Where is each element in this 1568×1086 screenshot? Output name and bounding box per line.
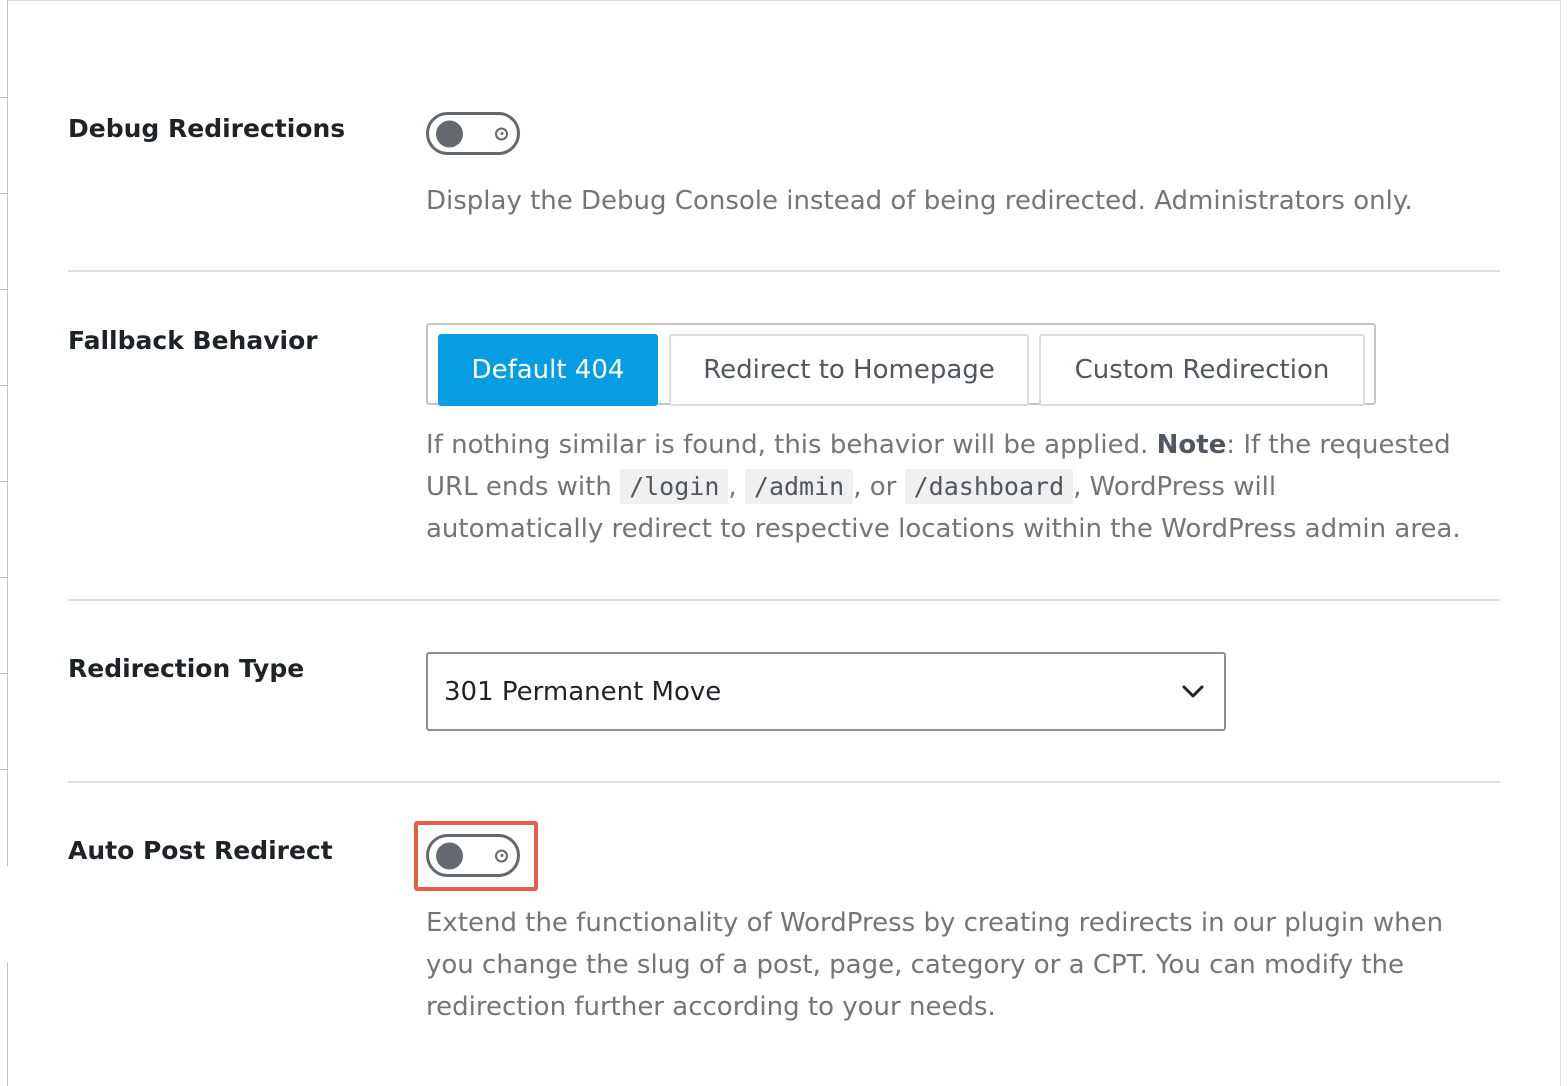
auto-post-redirect-toggle[interactable] xyxy=(426,834,520,877)
fallback-description-line-2: URL ends with /login, /admin, or /dashbo… xyxy=(426,466,1276,508)
debug-redirections-toggle[interactable] xyxy=(426,112,520,155)
debug-redirections-description: Display the Debug Console instead of bei… xyxy=(426,186,1413,216)
fallback-default-404-button[interactable]: Default 404 xyxy=(438,334,658,406)
debug-redirections-label: Debug Redirections xyxy=(68,114,346,143)
toggle-knob xyxy=(436,842,463,869)
desc-text: : If the requested xyxy=(1226,430,1451,460)
fallback-description-line-1: If nothing similar is found, this behavi… xyxy=(426,424,1451,466)
code-dashboard: /dashboard xyxy=(904,469,1074,504)
auto-post-redirect-description-line-3: redirection further according to your ne… xyxy=(426,992,996,1022)
fallback-custom-redirection-button[interactable]: Custom Redirection xyxy=(1039,334,1365,406)
code-admin: /admin xyxy=(744,469,854,504)
desc-text: , WordPress will xyxy=(1073,472,1277,502)
fallback-behavior-segmented-control: Default 404 Redirect to Homepage Custom … xyxy=(426,323,1376,406)
code-login: /login xyxy=(620,469,729,504)
toggle-knob xyxy=(436,120,463,147)
desc-text: If nothing similar is found, this behavi… xyxy=(426,430,1157,460)
fallback-description-line-3: automatically redirect to respective loc… xyxy=(426,514,1461,544)
redirection-type-select[interactable]: 301 Permanent Move xyxy=(426,652,1226,731)
desc-text: , or xyxy=(853,472,897,502)
desc-text: URL ends with xyxy=(426,472,621,502)
divider xyxy=(68,270,1500,272)
chevron-down-icon xyxy=(1182,684,1204,703)
toggle-off-indicator-icon xyxy=(495,849,508,862)
note-label: Note xyxy=(1156,430,1227,460)
fallback-behavior-label: Fallback Behavior xyxy=(68,326,318,355)
auto-post-redirect-label: Auto Post Redirect xyxy=(68,836,333,865)
desc-text: , xyxy=(728,472,737,502)
auto-post-redirect-description-line-1: Extend the functionality of WordPress by… xyxy=(426,908,1444,938)
auto-post-redirect-description-line-2: you change the slug of a post, page, cat… xyxy=(426,950,1405,980)
fallback-redirect-homepage-button[interactable]: Redirect to Homepage xyxy=(669,334,1029,406)
sidebar-edge-lower xyxy=(0,962,8,1086)
toggle-off-indicator-icon xyxy=(495,127,508,140)
redirection-type-label: Redirection Type xyxy=(68,654,305,683)
divider xyxy=(68,781,1500,783)
divider xyxy=(68,599,1500,601)
sidebar-edge xyxy=(0,0,8,866)
redirection-type-selected-value: 301 Permanent Move xyxy=(444,677,722,707)
